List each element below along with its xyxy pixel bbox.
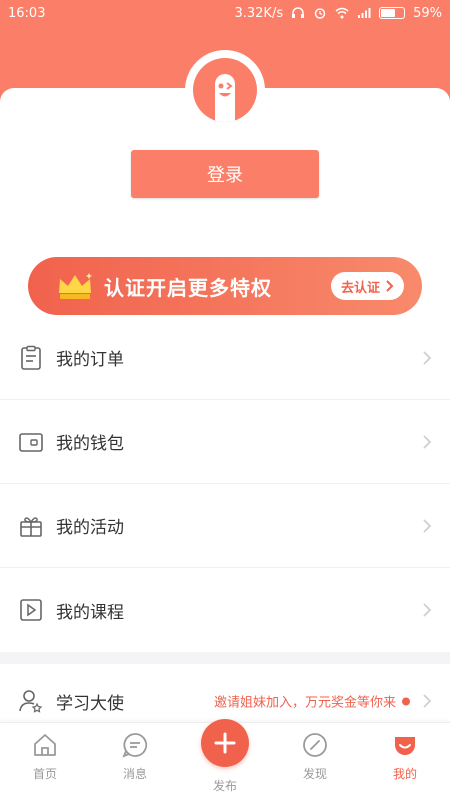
certify-button-label: 去认证: [340, 280, 380, 296]
network-speed: 3.32K/s: [234, 5, 284, 21]
alarm-icon: [314, 8, 326, 19]
chevron-right-icon: [423, 518, 432, 533]
banner-title: 认证开启更多特权: [104, 275, 272, 300]
wallet-icon: [19, 432, 43, 452]
signal-icon: [358, 8, 371, 18]
tab-label: 消息: [122, 767, 147, 781]
bottom-tab-bar: 首页 消息 发布 发现 我的: [0, 719, 450, 800]
menu-item-activities[interactable]: 我的活动: [0, 484, 450, 568]
section-separator: [0, 652, 450, 664]
publish-button[interactable]: [201, 719, 249, 767]
menu-list: 我的订单 我的钱包 我的活动 我的课程: [0, 316, 450, 652]
tab-label: 发现: [302, 767, 327, 781]
menu-item-courses[interactable]: 我的课程: [0, 568, 450, 652]
tab-messages[interactable]: 消息: [100, 731, 170, 782]
plus-icon: [214, 732, 236, 754]
menu-item-label: 我的课程: [56, 602, 124, 623]
status-time: 16:03: [8, 5, 46, 21]
mascot-icon: [193, 58, 257, 122]
chevron-right-icon: [423, 603, 432, 617]
tab-home[interactable]: 首页: [10, 731, 80, 782]
tab-discover[interactable]: 发现: [280, 731, 350, 782]
clipboard-icon: [21, 345, 41, 370]
home-icon: [34, 734, 56, 756]
battery-icon: [379, 7, 406, 19]
tab-mine[interactable]: 我的: [370, 731, 440, 782]
user-star-icon: [19, 690, 43, 713]
status-bar: 16:03 3.32K/s 59%: [0, 0, 450, 26]
wifi-icon: [335, 7, 349, 19]
gift-icon: [20, 516, 42, 537]
menu-item-label: 学习大使: [56, 693, 124, 714]
headset-icon: [292, 7, 305, 18]
menu-item-label: 我的活动: [56, 518, 124, 538]
avatar[interactable]: [185, 50, 265, 130]
login-button[interactable]: 登录: [131, 150, 319, 198]
menu-item-label: 我的钱包: [56, 434, 124, 454]
certification-banner[interactable]: 认证开启更多特权 去认证: [28, 257, 422, 315]
promo-text: 邀请姐妹加入，万元奖金等你来: [213, 695, 396, 711]
video-icon: [20, 599, 42, 621]
message-icon: [122, 733, 148, 758]
chevron-right-icon: [423, 694, 432, 708]
chevron-right-icon: [423, 434, 432, 449]
menu-item-orders[interactable]: 我的订单: [0, 316, 450, 400]
crown-icon: [59, 273, 92, 299]
certify-button[interactable]: 去认证: [330, 272, 404, 300]
tab-label: 我的: [392, 767, 417, 781]
compass-icon: [303, 733, 327, 757]
status-right-group: 3.32K/s 59%: [234, 6, 442, 21]
tab-label: 首页: [32, 767, 57, 781]
ambassador-promo: 邀请姐妹加入，万元奖金等你来: [214, 692, 410, 711]
battery-percent: 59%: [413, 5, 442, 21]
smiley-icon: [395, 737, 415, 755]
notification-dot: [402, 697, 410, 705]
publish-label: 发布: [212, 779, 237, 793]
chevron-right-icon: [423, 350, 432, 365]
chevron-right-icon: [386, 280, 394, 292]
menu-item-wallet[interactable]: 我的钱包: [0, 400, 450, 484]
menu-item-label: 我的订单: [56, 350, 124, 370]
